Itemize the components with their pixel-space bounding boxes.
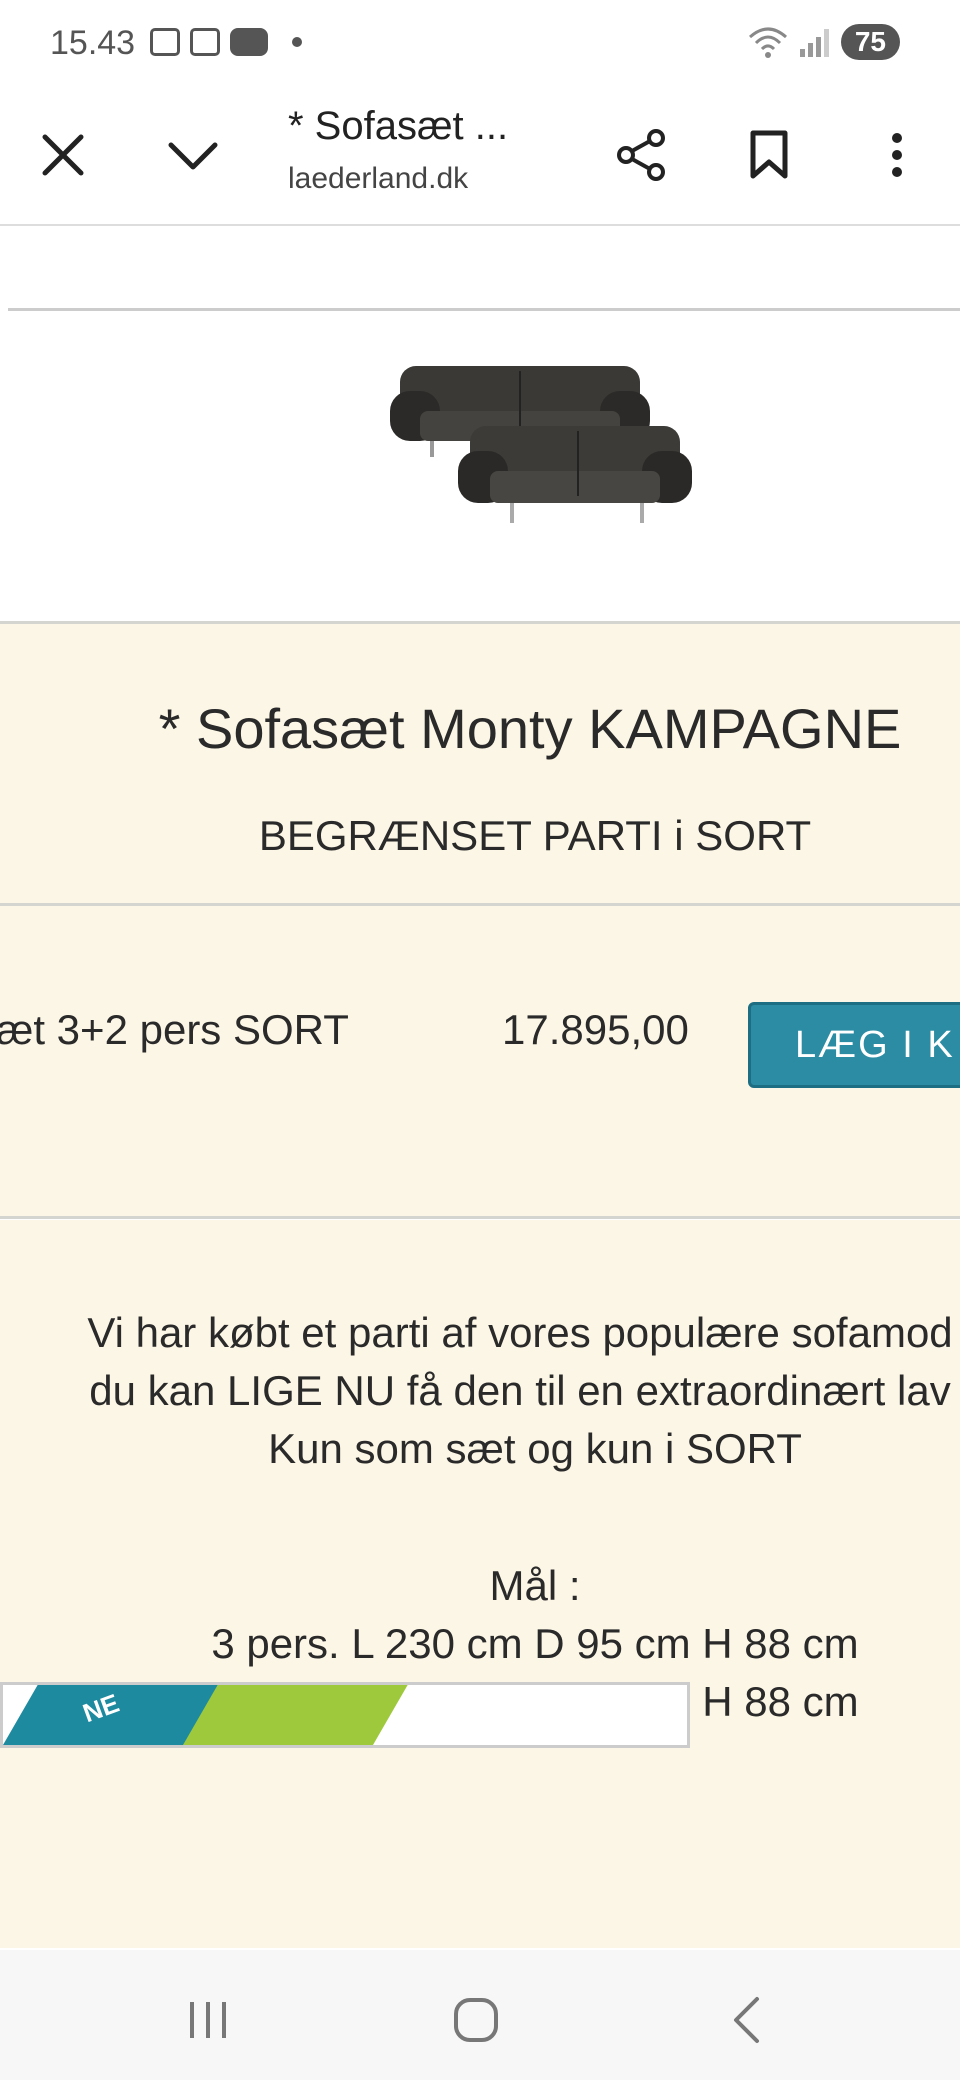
bookmark-button[interactable] (734, 120, 804, 190)
recents-button[interactable] (168, 1990, 248, 2050)
page-url[interactable]: laederland.dk (288, 162, 468, 196)
back-button[interactable] (706, 1990, 786, 2050)
promo-banner[interactable]: NE (0, 1682, 690, 1748)
system-icons: 75 (748, 24, 900, 60)
more-vert-icon (892, 133, 902, 177)
close-icon (42, 134, 84, 176)
signal-icon (799, 27, 829, 57)
recents-icon (190, 2002, 226, 2038)
description-line: Vi har købt et parti af vores populære s… (87, 1309, 953, 1356)
title-section (0, 624, 960, 904)
chevron-down-icon (168, 142, 218, 170)
share-icon (617, 129, 665, 181)
description-line: du kan LIGE NU få den til en extraordinæ… (89, 1367, 951, 1414)
product-title: * Sofasæt Monty KAMPAGNE (158, 697, 902, 760)
browser-toolbar: * Sofasæt ... laederland.dk (0, 90, 960, 226)
divider (0, 1216, 960, 1219)
calendar-icon (190, 28, 220, 56)
product-image[interactable] (380, 346, 700, 526)
product-subtitle: BEGRÆNSET PARTI i SORT (258, 812, 812, 859)
expand-button[interactable] (158, 120, 228, 190)
screenshot-icon (150, 28, 180, 56)
bookmark-icon (750, 130, 788, 179)
menu-button[interactable] (862, 120, 932, 190)
banner-green-stripe (183, 1685, 408, 1745)
variant-name: æt 3+2 pers SORT (0, 1006, 349, 1053)
share-button[interactable] (606, 120, 676, 190)
notification-icons (150, 28, 302, 56)
dimension-line: 3 pers. L 230 cm D 95 cm H 88 cm (211, 1620, 859, 1667)
more-notifications-icon (292, 37, 302, 47)
close-button[interactable] (28, 120, 98, 190)
add-to-cart-button[interactable]: LÆG I K (748, 1002, 960, 1088)
home-icon (454, 1998, 498, 2042)
description-line: Kun som sæt og kun i SORT (268, 1425, 802, 1472)
status-bar: 15.43 75 (0, 0, 960, 90)
divider (8, 308, 960, 311)
wifi-icon (748, 27, 787, 58)
status-time: 15.43 (50, 24, 136, 62)
back-icon (734, 1997, 759, 2043)
product-price: 17.895,00 (502, 1006, 689, 1053)
system-navigation-bar (0, 1950, 960, 2080)
battery-indicator: 75 (840, 24, 900, 60)
youtube-icon (230, 28, 268, 56)
dimensions-heading: Mål : (489, 1562, 581, 1609)
page-title[interactable]: * Sofasæt ... (288, 104, 508, 149)
home-button[interactable] (436, 1990, 516, 2050)
